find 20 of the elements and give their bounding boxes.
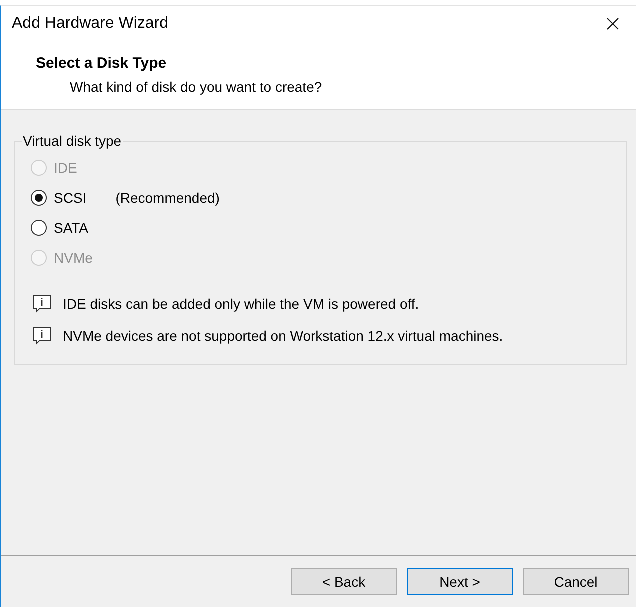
wizard-button[interactable]: Next >	[407, 568, 513, 595]
page-title: Select a Disk Type	[36, 54, 167, 74]
group-label: Virtual disk type	[22, 132, 123, 150]
radio-label: SATA	[54, 220, 88, 236]
radio-button[interactable]	[31, 190, 47, 206]
radio-label: SCSI	[54, 190, 87, 206]
recommended-note: (Recommended)	[116, 190, 220, 206]
page-subtitle: What kind of disk do you want to create?	[70, 78, 322, 97]
window-title: Add Hardware Wizard	[12, 15, 168, 33]
info-text: NVMe devices are not supported on Workstation 12.x virtual machines.	[63, 328, 504, 344]
close-icon	[607, 18, 619, 30]
wizard-button[interactable]: < Back	[291, 568, 397, 595]
info-icon	[33, 327, 51, 345]
info-icon	[33, 295, 51, 313]
radio-label: IDE	[54, 160, 78, 176]
info-text: IDE disks can be added only while the VM is powered off.	[63, 296, 420, 312]
close-button[interactable]	[607, 18, 619, 30]
radio-button[interactable]	[31, 220, 47, 236]
wizard-button[interactable]: Cancel	[523, 568, 629, 595]
radio-label: NVMe	[54, 250, 93, 266]
